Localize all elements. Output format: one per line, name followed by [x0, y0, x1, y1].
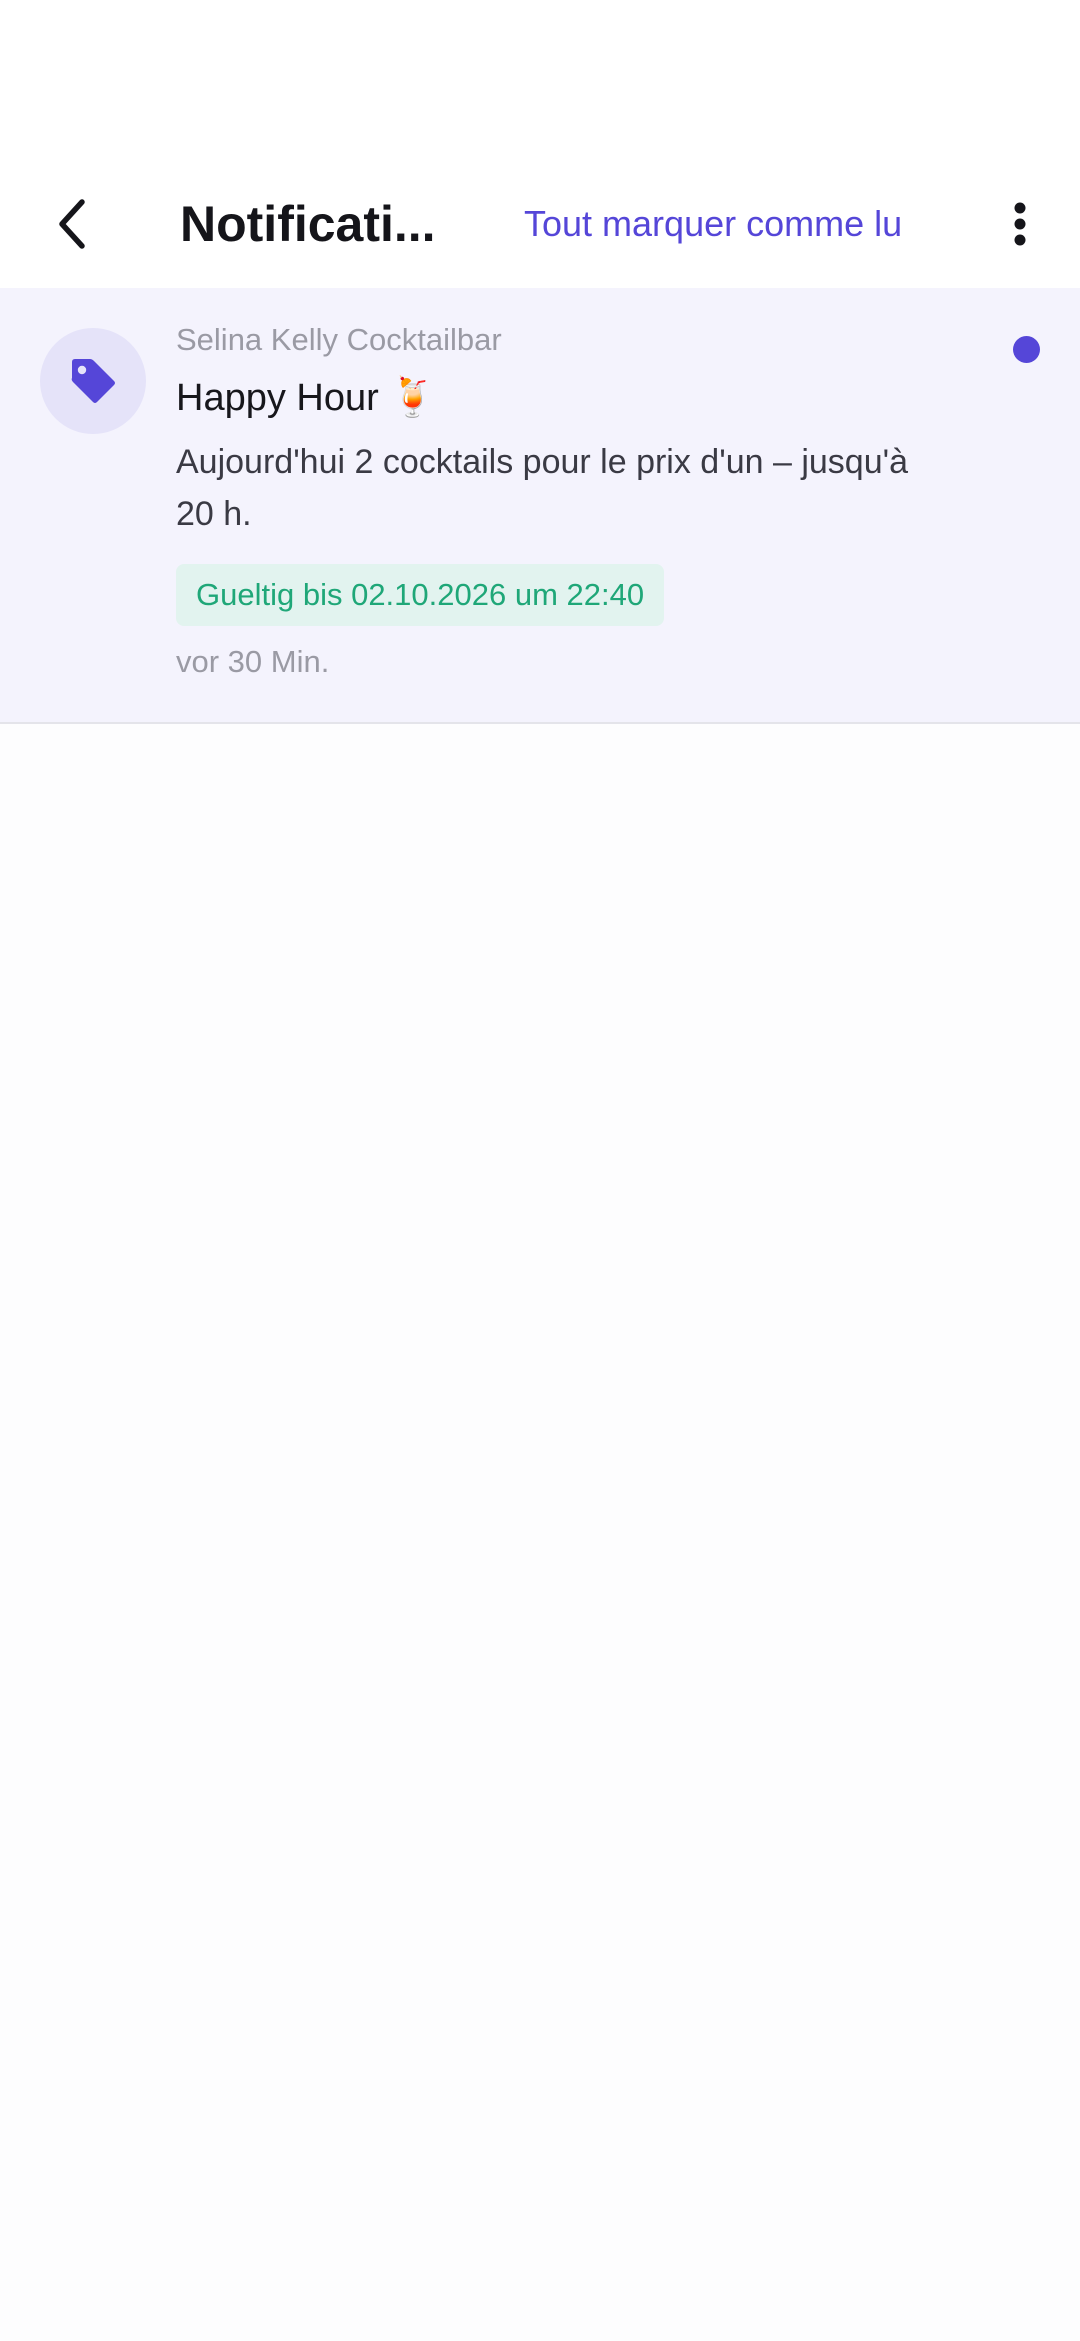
- notification-time: vor 30 Min.: [176, 644, 330, 679]
- unread-indicator: [1013, 336, 1040, 363]
- status-bar: [0, 0, 1080, 160]
- notifications-screen: Notificati... Tout marquer comme lu Seli…: [0, 0, 1080, 2341]
- notification-item[interactable]: Selina Kelly Cocktailbar Happy Hour 🍹 Au…: [0, 288, 1080, 724]
- notification-sender: Selina Kelly Cocktailbar: [176, 322, 502, 357]
- more-options-button[interactable]: [980, 184, 1060, 264]
- notification-content: Selina Kelly Cocktailbar Happy Hour 🍹 Au…: [176, 318, 940, 684]
- validity-badge: Gueltig bis 02.10.2026 um 22:40: [176, 564, 665, 626]
- page-title: Notificati...: [180, 196, 436, 252]
- notification-title: Happy Hour 🍹: [176, 377, 437, 419]
- mark-all-read-button[interactable]: Tout marquer comme lu: [524, 160, 902, 288]
- notification-avatar: [40, 328, 146, 434]
- back-button[interactable]: [36, 186, 112, 262]
- more-vertical-icon: [1014, 202, 1026, 246]
- notification-text: Aujourd'hui 2 cocktails pour le prix d'u…: [176, 443, 909, 533]
- app-bar: Notificati... Tout marquer comme lu: [0, 160, 1080, 288]
- chevron-left-icon: [59, 199, 85, 249]
- tag-icon: [71, 359, 115, 403]
